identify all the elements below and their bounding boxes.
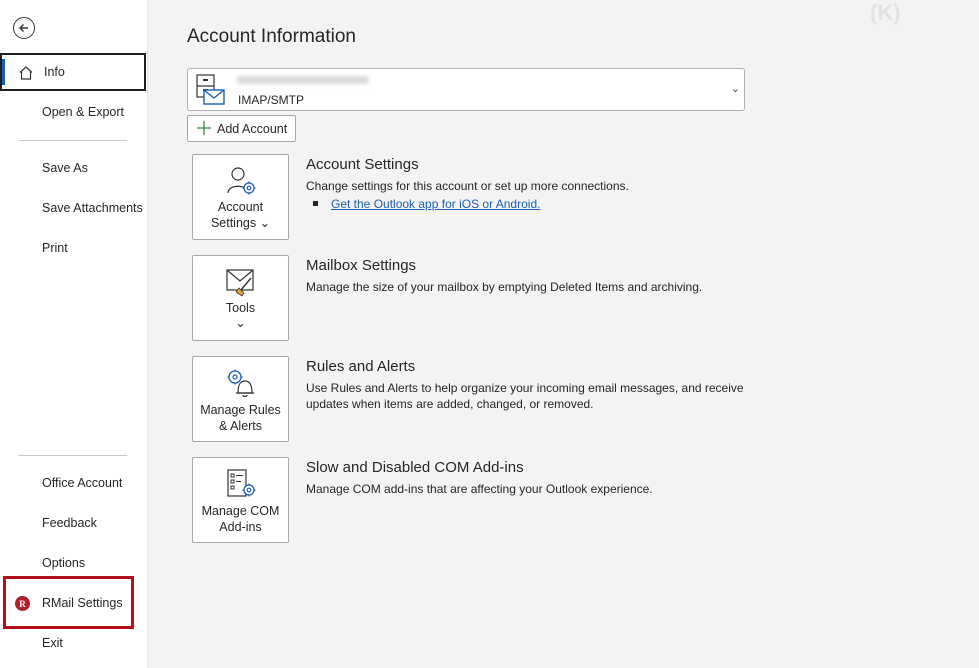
nav-options[interactable]: Options <box>0 544 146 582</box>
manage-com-addins-button[interactable]: Manage COM Add-ins <box>192 457 289 543</box>
nav-office-account[interactable]: Office Account <box>0 464 146 502</box>
mailbox-settings-description: Manage the size of your mailbox by empty… <box>306 280 703 294</box>
account-settings-title: Account Settings <box>306 156 419 173</box>
corner-watermark-icon: (K) <box>870 0 901 25</box>
page-title: Account Information <box>187 26 356 47</box>
nav-save-as-label: Save As <box>42 161 88 175</box>
add-account-label: Add Account <box>217 122 288 136</box>
mailbox-settings-title: Mailbox Settings <box>306 257 417 274</box>
nav-rmail-settings[interactable]: R RMail Settings <box>0 584 146 622</box>
account-email-redacted <box>237 76 369 84</box>
plus-icon <box>197 121 211 135</box>
nav-rmail-settings-label: RMail Settings <box>42 596 123 610</box>
back-arrow-icon <box>19 24 28 32</box>
backstage-sidebar: Info Open & Export Save As Save Attachme… <box>0 0 148 668</box>
com-addins-icon <box>226 469 255 497</box>
tools-icon <box>225 269 254 297</box>
nav-open-export[interactable]: Open & Export <box>0 93 146 131</box>
add-account-button[interactable]: Add Account <box>187 115 296 142</box>
rules-alerts-description: Use Rules and Alerts to help organize yo… <box>306 381 744 411</box>
account-settings-icon <box>226 167 255 195</box>
outlook-app-link[interactable]: Get the Outlook app for iOS or Android. <box>331 197 540 211</box>
nav-feedback-label: Feedback <box>42 516 97 530</box>
nav-save-attachments[interactable]: Save Attachments <box>0 189 146 227</box>
tools-button[interactable]: Tools ⌄ <box>192 255 289 341</box>
nav-save-attachments-label: Save Attachments <box>42 201 143 215</box>
manage-rules-alerts-button[interactable]: Manage Rules & Alerts <box>192 356 289 442</box>
account-settings-tile-line2: Settings ⌄ <box>210 216 271 230</box>
rules-alerts-icon <box>227 369 254 398</box>
account-type: IMAP/SMTP <box>238 93 305 107</box>
account-settings-description: Change settings for this account or set … <box>306 179 629 193</box>
mailbox-icon <box>196 74 225 105</box>
account-selector[interactable]: IMAP/SMTP ⌄ <box>187 68 745 111</box>
chevron-down-icon: ⌄ <box>730 83 740 95</box>
nav-office-account-label: Office Account <box>42 476 123 490</box>
bullet-icon <box>313 201 318 206</box>
account-settings-tile-line1: Account <box>217 200 264 214</box>
nav-options-label: Options <box>42 556 86 570</box>
com-addins-description: Manage COM add-ins that are affecting yo… <box>306 482 653 496</box>
com-addins-title: Slow and Disabled COM Add-ins <box>306 459 524 476</box>
nav-info-label: Info <box>44 65 65 79</box>
nav-divider <box>18 455 127 456</box>
manage-com-tile-line2: Add-ins <box>219 520 262 534</box>
nav-exit-label: Exit <box>42 636 63 650</box>
nav-save-as[interactable]: Save As <box>0 149 146 187</box>
account-settings-button[interactable]: Account Settings ⌄ <box>192 154 289 240</box>
nav-divider <box>18 140 127 141</box>
nav-print[interactable]: Print <box>0 229 146 267</box>
manage-com-tile-line1: Manage COM <box>201 504 280 518</box>
rules-alerts-title: Rules and Alerts <box>306 358 416 375</box>
manage-rules-tile-line1: Manage Rules <box>200 403 281 417</box>
back-button[interactable] <box>13 17 35 39</box>
nav-info[interactable]: Info <box>0 53 146 91</box>
rmail-logo-icon: R <box>15 596 30 611</box>
nav-open-export-label: Open & Export <box>42 105 124 119</box>
nav-feedback[interactable]: Feedback <box>0 504 146 542</box>
tools-tile-label: Tools <box>225 301 256 315</box>
manage-rules-tile-line2: & Alerts <box>218 419 263 433</box>
nav-exit[interactable]: Exit <box>0 624 146 662</box>
home-icon <box>19 66 33 80</box>
nav-print-label: Print <box>42 241 68 255</box>
chevron-down-icon: ⌄ <box>235 316 246 330</box>
